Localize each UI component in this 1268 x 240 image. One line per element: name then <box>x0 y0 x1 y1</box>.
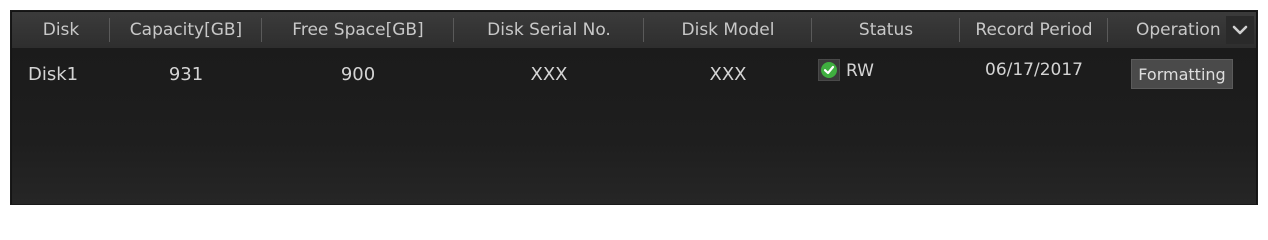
cell-record-period: 06/17/2017 <box>960 54 1108 94</box>
table-body: Disk1 931 900 XXX XXX RW 06/17/2017 Form… <box>12 48 1256 204</box>
formatting-button[interactable]: Formatting <box>1131 59 1233 89</box>
chevron-down-icon <box>1232 25 1248 35</box>
cell-capacity: 931 <box>168 63 204 85</box>
header-operation: Operation <box>1108 12 1256 48</box>
header-operation-label: Operation <box>1136 20 1221 40</box>
status-text: RW <box>846 61 874 81</box>
cell-serial: XXX <box>530 63 568 85</box>
header-capacity: Capacity[GB] <box>110 12 262 48</box>
header-status: Status <box>812 12 960 48</box>
record-period-text: 06/17/2017 <box>985 60 1083 80</box>
check-icon <box>818 59 840 81</box>
header-free-space: Free Space[GB] <box>262 12 454 48</box>
cell-disk: Disk1 <box>28 63 79 85</box>
cell-operation: Formatting <box>1108 54 1256 94</box>
header-record-period: Record Period <box>960 12 1108 48</box>
header-model: Disk Model <box>644 12 812 48</box>
cell-model: XXX <box>709 63 747 85</box>
column-dropdown-button[interactable] <box>1226 16 1254 44</box>
header-serial: Disk Serial No. <box>454 12 644 48</box>
header-disk: Disk <box>12 12 110 48</box>
cell-free-space: 900 <box>340 63 376 85</box>
table-header: Disk Capacity[GB] Free Space[GB] Disk Se… <box>12 12 1256 48</box>
table-row[interactable]: Disk1 931 900 XXX XXX RW 06/17/2017 Form… <box>12 54 1256 94</box>
cell-status: RW <box>812 54 960 94</box>
